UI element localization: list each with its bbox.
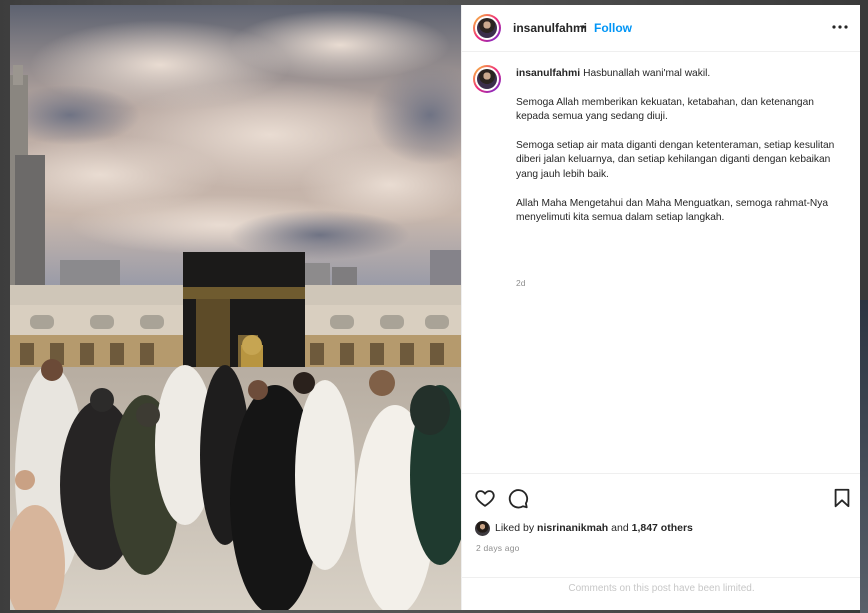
avatar-image — [477, 18, 497, 38]
kaaba-photo-illustration — [10, 5, 461, 610]
action-bar: Liked by nisrinanikmah and 1,847 others … — [462, 473, 860, 577]
liker-username[interactable]: nisrinanikmah — [537, 522, 608, 534]
avatar-image — [477, 69, 497, 89]
likes-summary: Liked by nisrinanikmah and 1,847 others — [475, 520, 693, 536]
liker-avatar[interactable] — [475, 520, 490, 536]
post-modal: insanulfahmi • Follow insanulfahmi Hasbun… — [10, 5, 860, 610]
likes-others[interactable]: 1,847 others — [632, 522, 693, 534]
caption-timestamp[interactable]: 2d — [516, 278, 525, 288]
likes-prefix: Liked by — [495, 522, 535, 534]
posted-date[interactable]: 2 days ago — [476, 543, 520, 553]
follow-button[interactable]: Follow — [594, 21, 632, 35]
caption-username[interactable]: insanulfahmi — [516, 68, 580, 79]
comment-icon[interactable] — [507, 487, 529, 514]
caption-text: insanulfahmi Hasbunallah wani'mal wakil. … — [516, 67, 846, 240]
caption-paragraph: Semoga setiap air mata diganti dengan ke… — [516, 140, 835, 180]
post-photo[interactable] — [10, 5, 461, 610]
more-options-icon[interactable] — [830, 17, 850, 37]
author-avatar[interactable] — [473, 14, 501, 42]
bookmark-icon[interactable] — [831, 487, 853, 514]
backdrop-thumbnail — [860, 300, 868, 613]
post-sidebar: insanulfahmi • Follow insanulfahmi Hasbun… — [461, 5, 860, 610]
likes-connector: and — [611, 522, 629, 534]
post-header: insanulfahmi • Follow — [462, 5, 860, 52]
author-username[interactable]: insanulfahmi — [513, 21, 587, 35]
caption-avatar[interactable] — [473, 65, 501, 93]
comments-limited-notice: Comments on this post have been limited. — [462, 577, 860, 610]
caption-first-line: insanulfahmi Hasbunallah wani'mal wakil. — [516, 67, 846, 81]
heart-icon[interactable] — [474, 487, 496, 514]
caption-paragraph: Semoga Allah memberikan kekuatan, ketaba… — [516, 96, 814, 123]
caption-opening: Hasbunallah wani'mal wakil. — [583, 68, 711, 79]
caption-paragraph: Allah Maha Mengetahui dan Maha Menguatka… — [516, 197, 829, 224]
separator-dot: • — [581, 20, 586, 34]
caption-section: insanulfahmi Hasbunallah wani'mal wakil. … — [462, 52, 860, 473]
